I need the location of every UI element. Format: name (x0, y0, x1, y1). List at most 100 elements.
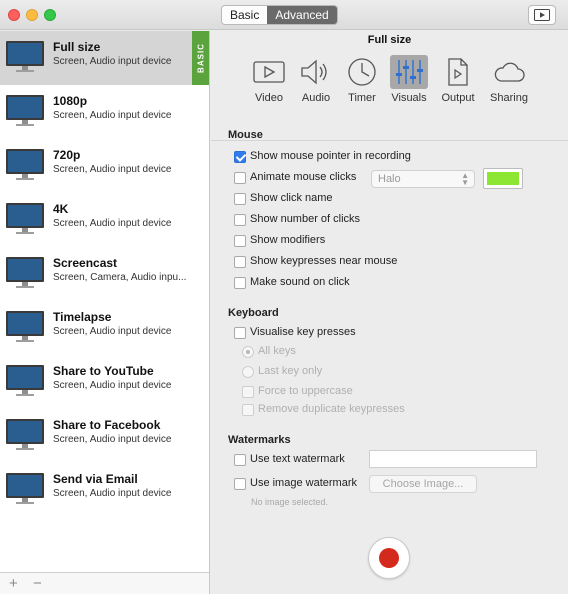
option-label: Last key only (258, 365, 323, 377)
preset-item[interactable]: Share to Facebook Screen, Audio input de… (0, 409, 209, 463)
preset-sources: Screen, Audio input device (53, 380, 172, 391)
option-label: Force to uppercase (258, 385, 353, 397)
monitor-icon (6, 149, 44, 181)
option-label: Show mouse pointer in recording (250, 150, 411, 162)
add-preset-button[interactable]: + (9, 575, 18, 592)
preset-sources: Screen, Audio input device (53, 326, 172, 337)
text-watermark-checkbox[interactable] (234, 454, 246, 466)
animate-mouse-clicks-checkbox[interactable] (234, 172, 246, 184)
choose-image-button[interactable]: Choose Image... (369, 475, 477, 493)
mode-segmented-control: Basic Advanced (221, 5, 338, 25)
advanced-mode-tab[interactable]: Advanced (267, 6, 337, 24)
preset-sidebar: Full size Screen, Audio input device BAS… (0, 31, 210, 594)
app-window: Basic Advanced Full size Screen, Audio i… (0, 0, 568, 594)
option-label: Show modifiers (250, 234, 326, 246)
preset-sources: Screen, Audio input device (53, 488, 172, 499)
monitor-icon (6, 311, 44, 343)
watermarks-section-title: Watermarks (228, 434, 291, 446)
minimize-window-button[interactable] (26, 9, 38, 21)
settings-tab-bar: Video Audio Timer Visuals Output Sharing (211, 51, 568, 141)
preset-name: 1080p (53, 94, 88, 108)
tab-label: Sharing (490, 92, 528, 104)
option-label: Use image watermark (250, 477, 357, 489)
option-label: Visualise key presses (250, 326, 356, 338)
monitor-icon (6, 95, 44, 127)
preset-title: Full size (367, 34, 412, 46)
preset-sources: Screen, Audio input device (53, 434, 172, 445)
preset-name: Send via Email (53, 472, 138, 486)
preset-name: Full size (53, 40, 101, 54)
preset-name: 4K (53, 202, 69, 216)
make-sound-on-click-checkbox[interactable] (234, 277, 246, 289)
option-label: Show click name (250, 192, 333, 204)
zoom-window-button[interactable] (44, 9, 56, 21)
preset-sources: Screen, Audio input device (53, 56, 172, 67)
preset-item[interactable]: 720p Screen, Audio input device (0, 139, 209, 193)
click-color-fill (487, 172, 519, 185)
record-button[interactable] (368, 537, 410, 579)
all-keys-radio[interactable] (242, 346, 254, 358)
preset-sources: Screen, Audio input device (53, 110, 172, 121)
basic-badge-label: BASIC (196, 43, 205, 73)
preset-item[interactable]: Timelapse Screen, Audio input device (0, 301, 209, 355)
watermark-text-field[interactable] (369, 450, 537, 468)
preset-item[interactable]: Screencast Screen, Camera, Audio inpu... (0, 247, 209, 301)
show-mouse-pointer-checkbox[interactable] (234, 151, 246, 163)
no-image-status: No image selected. (251, 497, 329, 507)
preview-button[interactable] (528, 5, 556, 25)
option-label: Remove duplicate keypresses (258, 403, 405, 415)
preset-name: Share to Facebook (53, 418, 161, 432)
click-animation-select[interactable]: Halo ▲ ▼ (371, 170, 475, 188)
preset-sources: Screen, Audio input device (53, 218, 172, 229)
option-label: Use text watermark (250, 453, 345, 465)
monitor-icon (6, 419, 44, 451)
show-keypresses-near-mouse-checkbox[interactable] (234, 256, 246, 268)
show-modifiers-checkbox[interactable] (234, 235, 246, 247)
preset-name: Share to YouTube (53, 364, 154, 378)
click-animation-value: Halo (378, 173, 401, 185)
show-number-of-clicks-checkbox[interactable] (234, 214, 246, 226)
show-click-name-checkbox[interactable] (234, 193, 246, 205)
image-watermark-checkbox[interactable] (234, 478, 246, 490)
preset-item[interactable]: 1080p Screen, Audio input device (0, 85, 209, 139)
play-screen-icon (534, 9, 550, 21)
close-window-button[interactable] (8, 9, 20, 21)
keyboard-section-title: Keyboard (228, 307, 279, 319)
preset-sources: Screen, Camera, Audio inpu... (53, 272, 187, 283)
monitor-icon (6, 473, 44, 505)
speaker-icon (297, 55, 335, 89)
preset-sources: Screen, Audio input device (53, 164, 172, 175)
sliders-icon (390, 55, 428, 89)
option-label: Show number of clicks (250, 213, 361, 225)
basic-mode-tab[interactable]: Basic (222, 6, 267, 24)
chevron-up-down-icon: ▲ ▼ (461, 171, 469, 187)
document-icon (439, 55, 477, 89)
preset-item[interactable]: 4K Screen, Audio input device (0, 193, 209, 247)
preset-item[interactable]: Full size Screen, Audio input device BAS… (0, 31, 209, 85)
monitor-icon (6, 365, 44, 397)
remove-duplicate-keypresses-checkbox[interactable] (242, 404, 254, 416)
last-key-only-radio[interactable] (242, 366, 254, 378)
clock-icon (343, 55, 381, 89)
monitor-icon (6, 257, 44, 289)
preset-name: 720p (53, 148, 81, 162)
force-uppercase-checkbox[interactable] (242, 386, 254, 398)
mouse-section-title: Mouse (228, 129, 263, 141)
click-color-well[interactable] (483, 168, 523, 189)
record-icon (379, 548, 399, 568)
basic-badge: BASIC (192, 31, 209, 85)
option-label: Make sound on click (250, 276, 350, 288)
preset-name: Screencast (53, 256, 118, 270)
monitor-icon (6, 41, 44, 73)
visualise-key-presses-checkbox[interactable] (234, 327, 246, 339)
preset-item[interactable]: Share to YouTube Screen, Audio input dev… (0, 355, 209, 409)
preset-name: Timelapse (53, 310, 112, 324)
preset-item[interactable]: Send via Email Screen, Audio input devic… (0, 463, 209, 517)
video-icon (250, 55, 288, 89)
option-label: All keys (258, 345, 296, 357)
cloud-icon (490, 55, 528, 89)
tab-sharing[interactable]: Sharing (484, 51, 534, 139)
sidebar-footer: + − (0, 572, 209, 594)
remove-preset-button[interactable]: − (33, 575, 42, 592)
option-label: Animate mouse clicks (250, 171, 357, 183)
